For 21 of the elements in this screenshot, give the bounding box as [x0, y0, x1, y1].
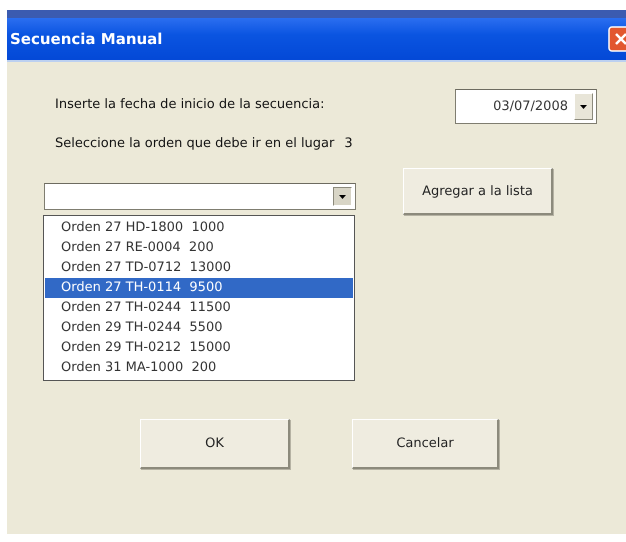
list-option[interactable]: Orden 27 TH-0114 9500: [45, 278, 353, 298]
ok-button[interactable]: OK: [140, 419, 290, 469]
list-option[interactable]: Orden 31 MA-1000 200: [45, 358, 353, 378]
dropdown-arrow-icon: [339, 194, 346, 198]
list-option[interactable]: Orden 29 TH-0244 5500: [45, 318, 353, 338]
date-dropdown[interactable]: 03/07/2008: [455, 89, 597, 124]
order-dropdown[interactable]: [44, 183, 356, 210]
list-option[interactable]: Orden 27 HD-1800 1000: [45, 218, 353, 238]
position-number: 3: [344, 136, 353, 151]
dropdown-arrow-icon: [580, 104, 587, 108]
list-option[interactable]: Orden 27 TD-0712 13000: [45, 258, 353, 278]
add-to-list-button[interactable]: Agregar a la lista: [403, 168, 553, 215]
date-value: 03/07/2008: [492, 99, 569, 114]
order-label: Seleccione la orden que debe ir en el lugar: [55, 136, 334, 151]
window-title: Secuencia Manual: [9, 30, 162, 48]
list-option[interactable]: Orden 27 RE-0004 200: [45, 238, 353, 258]
list-option[interactable]: Orden 29 TH-0212 15000: [45, 338, 353, 358]
list-option[interactable]: Orden 27 TH-0244 11500: [45, 298, 353, 318]
dropdown-button[interactable]: [333, 187, 352, 206]
cancel-button[interactable]: Cancelar: [352, 419, 499, 469]
date-label: Inserte la fecha de inicio de la secuencia:: [55, 97, 324, 112]
